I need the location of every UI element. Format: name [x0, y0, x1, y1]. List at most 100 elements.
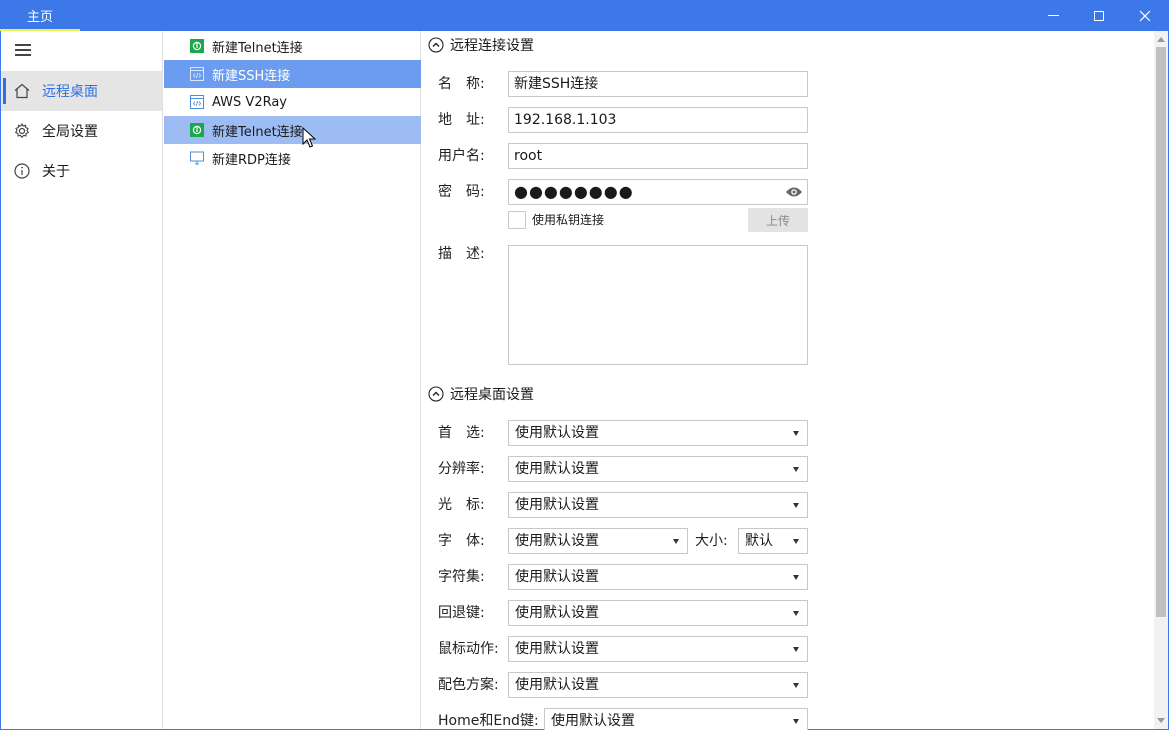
- select-value: 默认: [745, 533, 773, 549]
- color-scheme-label: 配色方案:: [438, 677, 499, 693]
- dropdown-arrow-icon: [793, 431, 799, 436]
- backspace-label: 回退键:: [438, 605, 485, 621]
- connection-item[interactable]: 新建RDP连接: [164, 144, 421, 172]
- select-value: 使用默认设置: [515, 461, 599, 477]
- font-select[interactable]: 使用默认设置: [508, 528, 688, 554]
- scroll-down-arrow-icon[interactable]: [1157, 718, 1165, 723]
- address-input-value: 192.168.1.103: [514, 112, 617, 128]
- scrollbar-thumb[interactable]: [1156, 47, 1166, 617]
- upload-button-label: 上传: [765, 213, 790, 228]
- dropdown-arrow-icon: [793, 611, 799, 616]
- dropdown-arrow-icon: [793, 539, 799, 544]
- home-end-label: Home和End键:: [438, 713, 539, 729]
- select-value: 使用默认设置: [515, 533, 599, 549]
- nav-item-label: 全局设置: [42, 124, 98, 140]
- nav-item-about[interactable]: 关于: [1, 151, 162, 191]
- connection-list: 新建Telnet连接 新建SSH连接 AWS V2Ray 新建Telnet连接: [164, 31, 421, 729]
- mouse-action-select[interactable]: 使用默认设置: [508, 636, 808, 662]
- section-title: 远程桌面设置: [450, 387, 534, 403]
- dropdown-arrow-icon: [793, 647, 799, 652]
- gear-icon: [14, 122, 30, 139]
- select-value: 使用默认设置: [551, 713, 635, 729]
- nav-item-label: 关于: [42, 164, 70, 180]
- maximize-button[interactable]: [1076, 0, 1122, 31]
- color-scheme-select[interactable]: 使用默认设置: [508, 672, 808, 698]
- name-input-value: 新建SSH连接: [514, 76, 599, 92]
- minimize-icon: [1047, 15, 1059, 16]
- select-value: 使用默认设置: [515, 605, 599, 621]
- connection-item-hover[interactable]: 新建Telnet连接: [164, 116, 421, 144]
- ssh-icon: [190, 67, 204, 81]
- resolution-select[interactable]: 使用默认设置: [508, 456, 808, 482]
- collapse-chevron-icon: [428, 37, 444, 53]
- cursor-label: 光 标:: [438, 497, 485, 513]
- close-icon: [1139, 10, 1151, 21]
- password-label: 密 码:: [438, 184, 485, 200]
- remote-desktop-section-header[interactable]: 远程桌面设置: [428, 384, 534, 404]
- title-bar: 主页: [0, 0, 1169, 31]
- ssh-icon: [190, 95, 204, 109]
- nav-item-global-settings[interactable]: 全局设置: [1, 111, 162, 151]
- description-label: 描 述:: [438, 246, 485, 262]
- connection-item-selected[interactable]: 新建SSH连接: [164, 60, 421, 88]
- select-value: 使用默认设置: [515, 425, 599, 441]
- resolution-label: 分辨率:: [438, 461, 485, 477]
- collapse-chevron-icon: [428, 386, 444, 402]
- left-nav: 远程桌面 全局设置 关于: [1, 31, 163, 729]
- settings-panel: 远程连接设置 名 称: 新建SSH连接 地 址: 192.168.1.103 用…: [422, 31, 1154, 730]
- username-label: 用户名:: [438, 148, 485, 164]
- address-input[interactable]: 192.168.1.103: [508, 107, 808, 133]
- dropdown-arrow-icon: [793, 503, 799, 508]
- monitor-icon: [190, 151, 204, 165]
- size-select[interactable]: 默认: [738, 528, 808, 554]
- dropdown-arrow-icon: [793, 467, 799, 472]
- dropdown-arrow-icon: [673, 539, 679, 544]
- tab-home[interactable]: 主页: [0, 0, 80, 31]
- connection-label: 新建SSH连接: [212, 68, 291, 84]
- connection-label: AWS V2Ray: [212, 94, 287, 110]
- cursor-select[interactable]: 使用默认设置: [508, 492, 808, 518]
- connection-item[interactable]: AWS V2Ray: [164, 88, 421, 116]
- maximize-icon: [1094, 10, 1104, 21]
- private-key-label: 使用私钥连接: [532, 213, 605, 227]
- username-input[interactable]: root: [508, 143, 808, 169]
- mouse-cursor-icon: [302, 127, 317, 148]
- private-key-checkbox[interactable]: [508, 211, 526, 229]
- font-label: 字 体:: [438, 533, 485, 549]
- username-input-value: root: [514, 148, 543, 164]
- connection-item[interactable]: 新建Telnet连接: [164, 32, 421, 60]
- backspace-select[interactable]: 使用默认设置: [508, 600, 808, 626]
- size-label: 大小:: [695, 533, 728, 549]
- nav-selection-indicator: [3, 78, 6, 104]
- minimize-button[interactable]: [1030, 0, 1076, 31]
- close-button[interactable]: [1122, 0, 1168, 31]
- name-label: 名 称:: [438, 76, 485, 92]
- connection-label: 新建Telnet连接: [212, 40, 303, 56]
- section-title: 远程连接设置: [450, 38, 534, 54]
- select-value: 使用默认设置: [515, 569, 599, 585]
- select-value: 使用默认设置: [515, 677, 599, 693]
- vertical-scrollbar[interactable]: [1154, 31, 1168, 729]
- dropdown-arrow-icon: [793, 575, 799, 580]
- telnet-icon: [190, 123, 204, 137]
- home-icon: [14, 83, 30, 99]
- charset-label: 字符集:: [438, 569, 485, 585]
- name-input[interactable]: 新建SSH连接: [508, 71, 808, 97]
- select-value: 使用默认设置: [515, 497, 599, 513]
- eye-icon[interactable]: [785, 186, 803, 198]
- home-end-select[interactable]: 使用默认设置: [544, 708, 808, 730]
- password-input[interactable]: ●●●●●●●●: [508, 179, 808, 205]
- info-icon: [14, 163, 30, 179]
- preferred-select[interactable]: 使用默认设置: [508, 420, 808, 446]
- dropdown-arrow-icon: [793, 683, 799, 688]
- telnet-icon: [190, 39, 204, 53]
- charset-select[interactable]: 使用默认设置: [508, 564, 808, 590]
- select-value: 使用默认设置: [515, 641, 599, 657]
- description-textarea[interactable]: [508, 245, 808, 365]
- upload-button[interactable]: 上传: [748, 208, 808, 232]
- mouse-action-label: 鼠标动作:: [438, 641, 499, 657]
- hamburger-menu-icon[interactable]: [15, 44, 31, 56]
- scroll-up-arrow-icon[interactable]: [1157, 37, 1165, 42]
- nav-item-remote-desktop[interactable]: 远程桌面: [1, 71, 162, 111]
- remote-connection-section-header[interactable]: 远程连接设置: [428, 35, 534, 55]
